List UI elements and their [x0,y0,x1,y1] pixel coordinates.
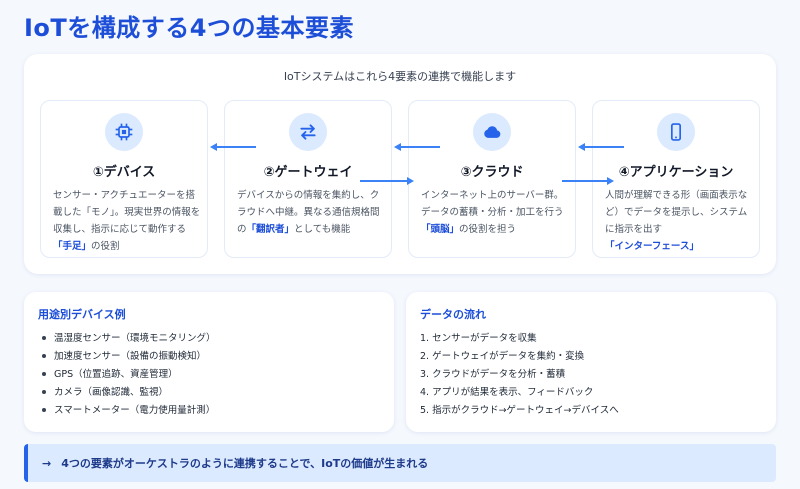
arrow-right-gateway-to-cloud [360,176,414,186]
page-title: IoTを構成する4つの基本要素 [24,14,354,42]
panel-title: 用途別デバイス例 [38,308,126,321]
element-title: ③クラウド [460,165,524,180]
element-description: センサー・アクチュエーターを搭載した「モノ」。現実世界の情報を収集し、指示に応じ… [53,190,201,252]
list-item: 1. センサーがデータを収集 [420,333,537,344]
cloud-icon [473,113,511,151]
panel-title: データの流れ [420,308,486,321]
element-title: ④アプリケーション [618,165,734,180]
list-item: 4. アプリが結果を表示、フィードバック [420,387,594,398]
element-description: インターネット上のサーバー群。データの蓄積・分析・加工を行う「頭脳」の役割を担う [421,190,564,235]
list-item: GPS（位置追跡、資産管理） [38,366,216,384]
list-item: カメラ（画像認識、監視） [38,384,216,402]
list-item: 温湿度センサー（環境モニタリング） [38,330,216,348]
element-description: デバイスからの情報を集約し、クラウドへ中継。異なる通信規格間の「翻訳者」としても… [237,190,380,235]
arrow-left-application-to-cloud [578,142,624,152]
element-description: 人間が理解できる形（画面表示など）でデータを提示し、システムに指示を出す「インタ… [605,190,748,252]
list-item: スマートメーター（電力使用量計測） [38,402,216,420]
device-examples-list: 温湿度センサー（環境モニタリング） 加速度センサー（設備の振動検知） GPS（位… [38,330,216,420]
smartphone-icon [657,113,695,151]
element-card-device: ①デバイス センサー・アクチュエーターを搭載した「モノ」。現実世界の情報を収集し… [40,100,208,258]
data-flow-panel: データの流れ 1. センサーがデータを収集 2. ゲートウェイがデータを集約・変… [406,292,776,432]
overview-caption: IoTシステムはこれら4要素の連携で機能します [283,70,517,83]
arrow-left-cloud-to-gateway [394,142,440,152]
device-examples-panel: 用途別デバイス例 温湿度センサー（環境モニタリング） 加速度センサー（設備の振動… [24,292,394,432]
arrow-right-icon: → [42,456,52,470]
summary-text: 4つの要素がオーケストラのように連携することで、IoTの価値が生まれる [61,457,429,470]
arrow-left-gateway-to-device [210,142,256,152]
list-item: 5. 指示がクラウド→ゲートウェイ→デバイスへ [420,405,619,416]
overview-panel: IoTシステムはこれら4要素の連携で機能します ①デバイス センサー・アクチュエ… [24,54,776,274]
data-flow-list: 1. センサーがデータを収集 2. ゲートウェイがデータを集約・変換 3. クラ… [420,330,619,420]
list-item: 3. クラウドがデータを分析・蓄積 [420,369,566,380]
exchange-arrows-icon [289,113,327,151]
chip-icon [105,113,143,151]
list-item: 2. ゲートウェイがデータを集約・変換 [420,351,585,362]
element-card-cloud: ③クラウド インターネット上のサーバー群。データの蓄積・分析・加工を行う「頭脳」… [408,100,576,258]
element-title: ①デバイス [92,165,156,180]
list-item: 加速度センサー（設備の振動検知） [38,348,216,366]
summary-banner: → 4つの要素がオーケストラのように連携することで、IoTの価値が生まれる [24,444,776,482]
element-card-application: ④アプリケーション 人間が理解できる形（画面表示など）でデータを提示し、システム… [592,100,760,258]
arrow-right-cloud-to-application [562,176,614,186]
